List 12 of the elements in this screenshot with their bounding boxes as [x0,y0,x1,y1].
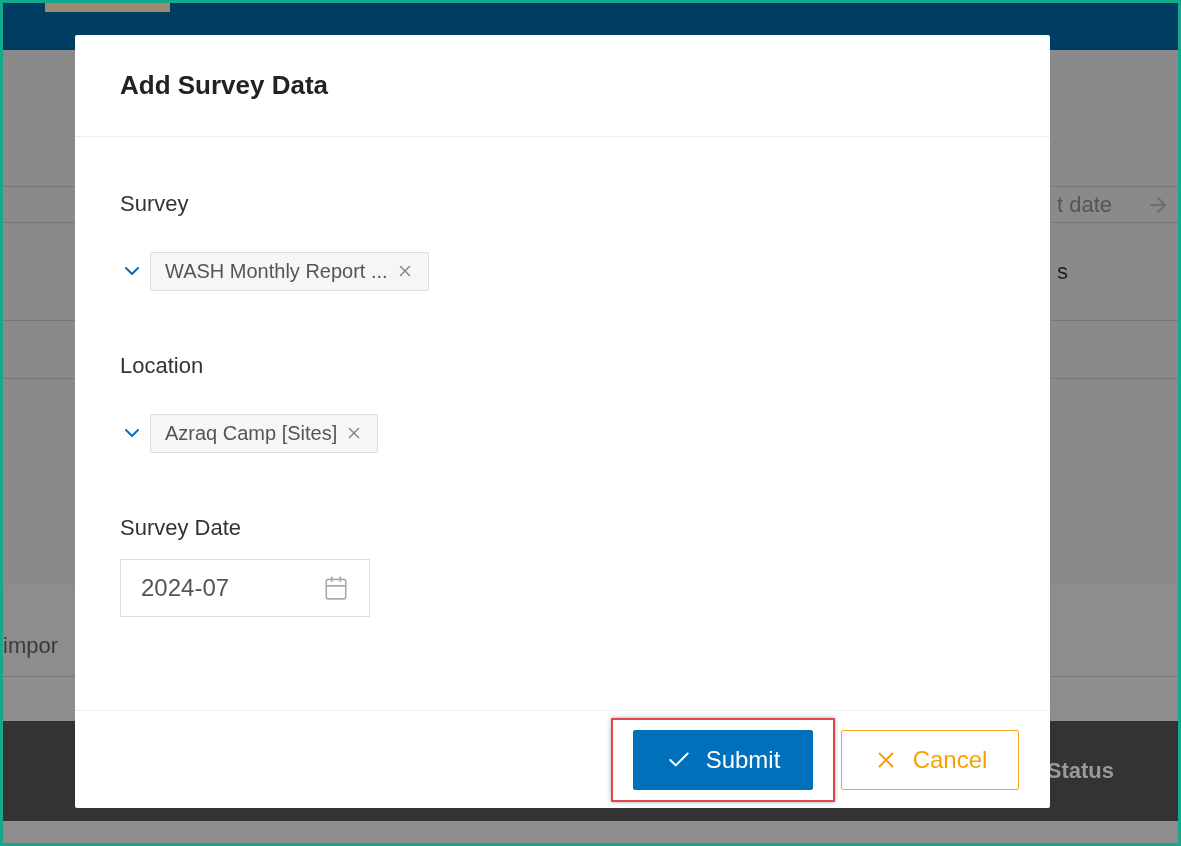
row-text: s [1057,258,1068,285]
column-header: Status [1046,758,1114,784]
import-text: impor [3,632,58,659]
dialog-title: Add Survey Data [120,70,329,101]
submit-button[interactable]: Submit [633,729,813,790]
selected-tag[interactable]: WASH Monthly Report ... [150,251,429,291]
field-label: Location [120,352,205,380]
calendar-icon [323,575,349,601]
field-label: Survey Date [120,514,243,542]
selected-tag[interactable]: Azraq Camp [Sites] [150,413,379,453]
field-label: Survey [120,190,190,218]
date-field[interactable]: 2024-07 [120,559,370,617]
